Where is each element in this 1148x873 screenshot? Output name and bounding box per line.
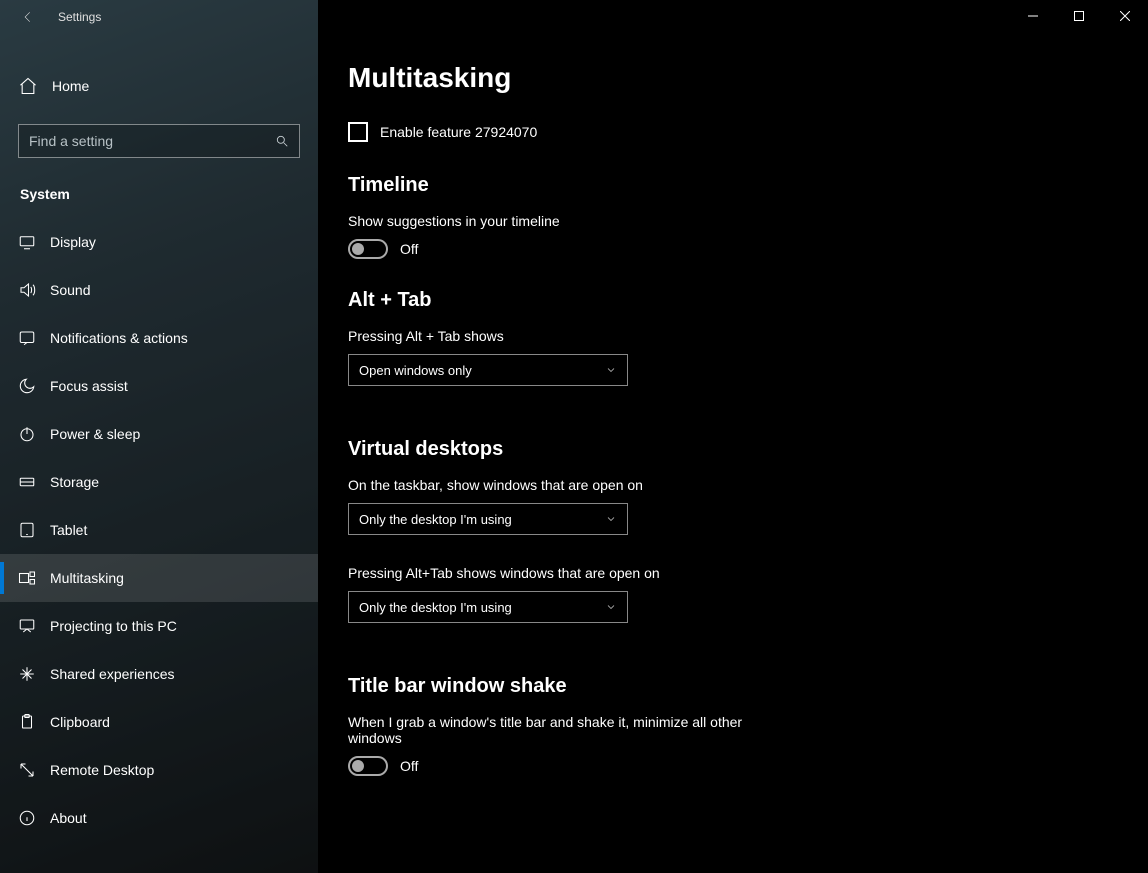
nav-item-tablet[interactable]: Tablet: [0, 506, 318, 554]
feature-checkbox[interactable]: [348, 122, 368, 142]
tablet-icon: [18, 521, 36, 539]
back-button[interactable]: [16, 10, 40, 24]
nav-item-about[interactable]: About: [0, 794, 318, 842]
shared-experiences-icon: [18, 665, 36, 683]
nav-label: Power & sleep: [50, 426, 140, 442]
shake-heading: Title bar window shake: [348, 675, 1078, 698]
vd-taskbar-label: On the taskbar, show windows that are op…: [348, 477, 1078, 493]
sound-icon: [18, 281, 36, 299]
shake-label: When I grab a window's title bar and sha…: [348, 714, 748, 746]
maximize-button[interactable]: [1056, 0, 1102, 32]
nav-item-clipboard[interactable]: Clipboard: [0, 698, 318, 746]
nav-label: Sound: [50, 282, 90, 298]
alttab-label: Pressing Alt + Tab shows: [348, 328, 1078, 344]
search-icon: [275, 134, 289, 148]
category-label: System: [0, 158, 318, 202]
nav-label: Display: [50, 234, 96, 250]
search-field[interactable]: [29, 133, 275, 149]
shake-toggle[interactable]: [348, 756, 388, 776]
shake-toggle-row: Off: [348, 756, 1078, 776]
multitasking-icon: [18, 569, 36, 587]
vd-taskbar-value: Only the desktop I'm using: [359, 512, 512, 527]
virtualdesktops-heading: Virtual desktops: [348, 438, 1078, 461]
close-button[interactable]: [1102, 0, 1148, 32]
home-icon: [18, 76, 38, 96]
timeline-suggestions-state: Off: [400, 241, 418, 257]
alttab-select[interactable]: Open windows only: [348, 354, 628, 386]
remote-desktop-icon: [18, 761, 36, 779]
timeline-suggestions-toggle-row: Off: [348, 239, 1078, 259]
projecting-icon: [18, 617, 36, 635]
chevron-down-icon: [605, 364, 617, 376]
nav-item-shared-experiences[interactable]: Shared experiences: [0, 650, 318, 698]
feature-checkbox-row: Enable feature 27924070: [348, 122, 1078, 142]
alttab-value: Open windows only: [359, 363, 472, 378]
nav-label: Tablet: [50, 522, 87, 538]
nav-item-multitasking[interactable]: Multitasking: [0, 554, 318, 602]
chevron-down-icon: [605, 513, 617, 525]
about-icon: [18, 809, 36, 827]
vd-alttab-value: Only the desktop I'm using: [359, 600, 512, 615]
nav-label: Notifications & actions: [50, 330, 188, 346]
home-button[interactable]: Home: [0, 62, 318, 110]
nav-label: Projecting to this PC: [50, 618, 177, 634]
nav-label: Shared experiences: [50, 666, 175, 682]
content-pane: Multitasking Enable feature 27924070 Tim…: [318, 0, 1148, 873]
nav-label: Focus assist: [50, 378, 128, 394]
nav-label: About: [50, 810, 87, 826]
storage-icon: [18, 473, 36, 491]
nav-label: Clipboard: [50, 714, 110, 730]
nav-item-projecting[interactable]: Projecting to this PC: [0, 602, 318, 650]
nav-item-display[interactable]: Display: [0, 218, 318, 266]
minimize-button[interactable]: [1010, 0, 1056, 32]
timeline-heading: Timeline: [348, 174, 1078, 197]
settings-window: Settings Home System Display Sound: [0, 0, 1148, 873]
search-input[interactable]: [18, 124, 300, 158]
notifications-icon: [18, 329, 36, 347]
power-icon: [18, 425, 36, 443]
nav-item-notifications[interactable]: Notifications & actions: [0, 314, 318, 362]
nav-item-focus-assist[interactable]: Focus assist: [0, 362, 318, 410]
window-controls: [1010, 0, 1148, 32]
nav-item-storage[interactable]: Storage: [0, 458, 318, 506]
nav-label: Multitasking: [50, 570, 124, 586]
nav-label: Storage: [50, 474, 99, 490]
focus-assist-icon: [18, 377, 36, 395]
app-title: Settings: [58, 10, 101, 24]
vd-alttab-label: Pressing Alt+Tab shows windows that are …: [348, 565, 1078, 581]
clipboard-icon: [18, 713, 36, 731]
home-label: Home: [52, 78, 89, 94]
sidebar: Settings Home System Display Sound: [0, 0, 318, 873]
nav-item-power-sleep[interactable]: Power & sleep: [0, 410, 318, 458]
chevron-down-icon: [605, 601, 617, 613]
page-title: Multitasking: [348, 62, 1078, 94]
vd-taskbar-select[interactable]: Only the desktop I'm using: [348, 503, 628, 535]
shake-state: Off: [400, 758, 418, 774]
nav-label: Remote Desktop: [50, 762, 154, 778]
vd-alttab-select[interactable]: Only the desktop I'm using: [348, 591, 628, 623]
timeline-suggestions-label: Show suggestions in your timeline: [348, 213, 1078, 229]
nav-item-remote-desktop[interactable]: Remote Desktop: [0, 746, 318, 794]
page-body: Multitasking Enable feature 27924070 Tim…: [318, 0, 1078, 776]
alttab-heading: Alt + Tab: [348, 289, 1078, 312]
titlebar: Settings: [0, 0, 318, 34]
nav-list: Display Sound Notifications & actions Fo…: [0, 218, 318, 842]
nav-item-sound[interactable]: Sound: [0, 266, 318, 314]
display-icon: [18, 233, 36, 251]
feature-checkbox-label: Enable feature 27924070: [380, 124, 537, 140]
timeline-suggestions-toggle[interactable]: [348, 239, 388, 259]
